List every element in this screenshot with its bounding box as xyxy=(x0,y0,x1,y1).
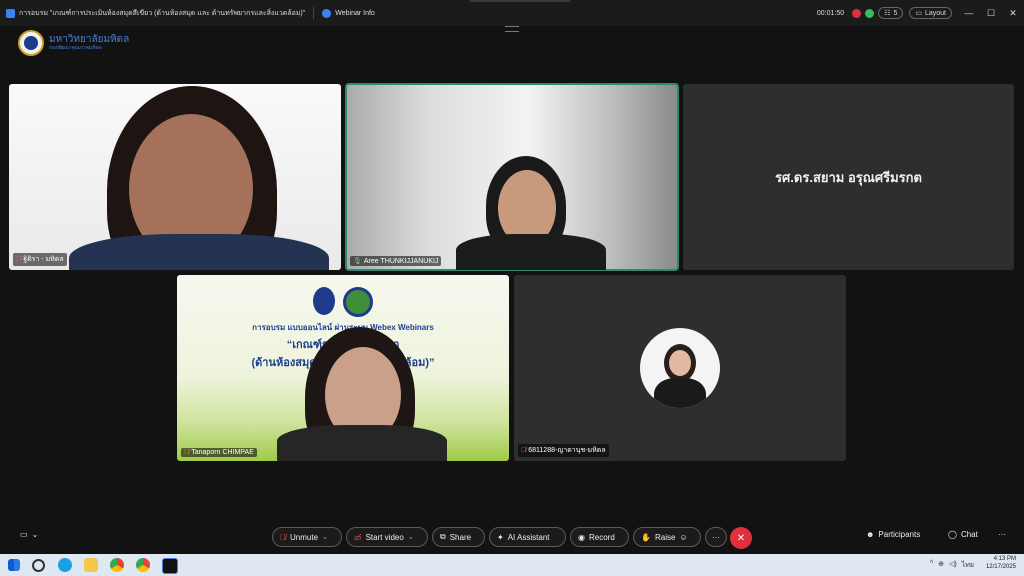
chat-button[interactable]: ◯ Chat xyxy=(948,530,978,539)
windows-taskbar: ^ ⊕ ◁) ไทย 4:13 PM 12/17/2025 xyxy=(0,554,1024,576)
chevron-down-icon: ⌄ xyxy=(407,534,414,541)
start-video-button[interactable]: ▭̸ Start video ⌄ xyxy=(346,527,428,547)
chevron-up-icon[interactable]: ^ xyxy=(930,560,933,571)
mic-muted-icon: 🎙̸ xyxy=(184,449,190,456)
recording-indicator-icon xyxy=(852,8,862,18)
system-tray: ^ ⊕ ◁) ไทย xyxy=(930,560,974,571)
participant-name-tag: 🎙̸ 6811288-ญาดานุช-มหิดล xyxy=(518,444,609,457)
ellipsis-icon: ··· xyxy=(998,530,1006,539)
slide-logos xyxy=(313,287,373,317)
globe-icon[interactable]: ⊕ xyxy=(938,560,944,571)
ai-assistant-button[interactable]: ✦ AI Assistant xyxy=(489,527,566,547)
chevron-down-icon: ⌄ xyxy=(322,534,328,541)
title-bar: การอบรม "เกณฑ์การประเมินห้องสมุดสีเขียว … xyxy=(0,0,1024,26)
green-library-emblem-icon xyxy=(343,287,373,317)
record-button[interactable]: ◉ Record xyxy=(570,527,629,547)
language-indicator[interactable]: ไทย xyxy=(962,560,974,571)
share-button[interactable]: ⧉ Share xyxy=(432,527,485,547)
meeting-timer: 00:01:50 xyxy=(816,9,845,17)
webinar-info-button[interactable]: Webinar Info xyxy=(335,10,375,17)
participants-icon: ☻ xyxy=(866,530,875,539)
mahidol-seal-icon xyxy=(18,30,44,56)
video-tile-5[interactable]: 🎙̸ 6811288-ญาดานุช-มหิดล xyxy=(514,275,846,461)
more-panels-button[interactable]: ··· xyxy=(998,530,1006,539)
panelists-count-button[interactable]: ☷ 5 xyxy=(878,7,904,19)
maximize-button[interactable]: ☐ xyxy=(980,8,1002,19)
drag-area[interactable] xyxy=(470,0,570,2)
video-off-icon: ▭̸ xyxy=(354,532,362,542)
shield-icon xyxy=(322,8,332,18)
edge-browser-icon[interactable] xyxy=(58,558,72,572)
video-tile-4[interactable]: การอบรม แบบออนไลน์ ผ่านระบบ Webex Webina… xyxy=(177,275,509,461)
chevron-down-icon: ⌄ xyxy=(31,530,39,539)
minimize-button[interactable]: — xyxy=(958,8,980,18)
raise-hand-button[interactable]: ✋ Raise ☺ xyxy=(633,527,701,547)
participant-body xyxy=(69,234,329,270)
participant-name-tag: 🎙 Aree THUNKIJJANUKIJ xyxy=(350,256,442,266)
captions-icon: ▭ xyxy=(20,530,28,539)
unmute-button[interactable]: 🎙̸ Unmute ⌄ xyxy=(272,527,342,547)
divider xyxy=(313,7,315,19)
participant-body xyxy=(456,234,606,270)
mic-muted-icon: 🎙̸ xyxy=(16,256,22,263)
people-icon: ☷ xyxy=(884,10,891,17)
leave-meeting-button[interactable]: ✕ xyxy=(730,527,752,549)
participants-button[interactable]: ☻ Participants xyxy=(866,530,920,539)
organization-logo: มหาวิทยาลัยมหิดล กองพัฒนาคุณภาพมหิดล xyxy=(18,30,129,56)
speaker-icon[interactable]: ◁) xyxy=(949,560,957,571)
hand-icon: ✋ xyxy=(641,532,651,542)
connection-status-icon xyxy=(865,8,875,18)
clock-date: 12/17/2025 xyxy=(985,563,1016,570)
reactions-icon: ☺ xyxy=(679,532,688,542)
video-tile-3[interactable]: รศ.ดร.สยาม อรุณศรีมรกต xyxy=(683,84,1014,270)
video-tile-2[interactable]: 🎙 Aree THUNKIJJANUKIJ xyxy=(345,83,679,271)
file-explorer-icon[interactable] xyxy=(84,558,98,572)
mic-muted-icon: 🎙̸ xyxy=(280,532,286,542)
participant-name-tag: 🎙̸ Tanaporn CHIMPAE xyxy=(181,448,257,457)
video-tile-1[interactable]: 🎙̸ ฐิติรา - มหิดล xyxy=(9,84,341,270)
record-icon: ◉ xyxy=(578,532,585,542)
webex-taskbar-icon[interactable] xyxy=(162,558,178,574)
close-icon: ✕ xyxy=(736,532,746,544)
participant-body xyxy=(277,425,447,461)
webex-app-icon xyxy=(6,8,15,18)
layout-icon: ▭ xyxy=(915,10,922,17)
captions-button[interactable]: ▭ ⌄ xyxy=(20,530,38,539)
more-options-button[interactable]: ··· xyxy=(705,527,727,547)
search-icon[interactable] xyxy=(32,559,45,572)
windows-start-icon[interactable] xyxy=(8,559,20,571)
mic-on-icon: 🎙 xyxy=(353,258,362,265)
avatar xyxy=(640,328,720,408)
ai-assistant-icon: ✦ xyxy=(497,532,504,542)
share-icon: ⧉ xyxy=(440,532,446,541)
chat-icon: ◯ xyxy=(948,530,957,539)
meeting-controls: ▭ ⌄ 🎙̸ Unmute ⌄ ▭̸ Start video ⌄ ⧉ Share… xyxy=(0,524,1024,552)
window-title: การอบรม "เกณฑ์การประเมินห้องสมุดสีเขียว … xyxy=(19,9,306,17)
clock-time: 4:13 PM xyxy=(993,556,1016,562)
titlebar-right: 00:01:50 ☷ 5 ▭ Layout — ☐ ✕ xyxy=(817,0,1024,26)
drag-handle-icon[interactable] xyxy=(505,26,519,32)
chrome-icon[interactable] xyxy=(110,558,124,572)
logo-subtitle: กองพัฒนาคุณภาพมหิดล xyxy=(49,44,102,51)
close-button[interactable]: ✕ xyxy=(1002,8,1024,19)
participant-name-placeholder: รศ.ดร.สยาม อรุณศรีมรกต xyxy=(775,169,922,185)
clock[interactable]: 4:13 PM 12/17/2025 xyxy=(986,556,1016,572)
mic-muted-icon: 🎙̸ xyxy=(521,447,527,454)
chrome-profile-icon[interactable] xyxy=(136,558,150,572)
university-seal-icon xyxy=(313,287,335,315)
layout-button[interactable]: ▭ Layout xyxy=(909,7,952,19)
participant-name-tag: 🎙̸ ฐิติรา - มหิดล xyxy=(13,253,67,266)
